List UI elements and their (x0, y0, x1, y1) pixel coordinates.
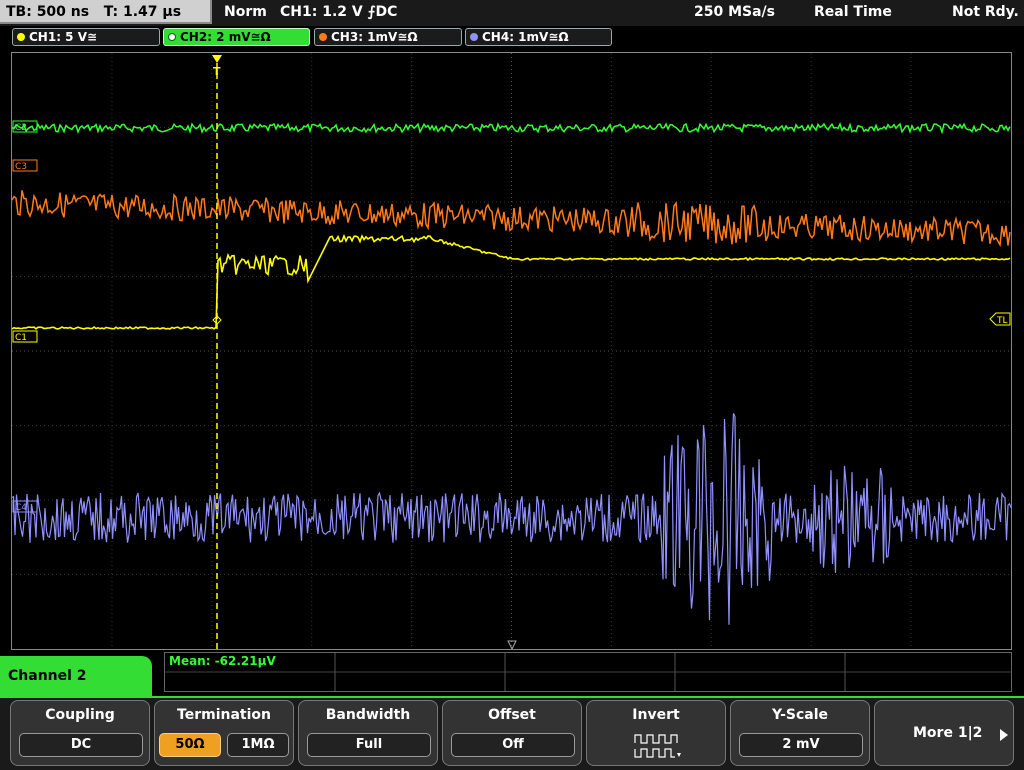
trigger-source[interactable]: CH1: 1.2 V ⨍DC (280, 0, 397, 24)
ch2-label: CH2: 2 mV≅Ω (180, 30, 271, 44)
next-page-icon (1000, 729, 1008, 741)
bandwidth-button[interactable]: Bandwidth Full (298, 700, 438, 766)
ch3-marker[interactable]: C3 (12, 159, 38, 172)
bandwidth-value[interactable]: Full (307, 733, 431, 757)
yscale-value[interactable]: 2 mV (739, 733, 863, 757)
bandwidth-title: Bandwidth (325, 707, 411, 723)
coupling-title: Coupling (45, 707, 115, 723)
tab-ch1[interactable]: CH1: 5 V≅ (12, 28, 160, 46)
invert-icon (634, 734, 681, 758)
acquisition-state: Not Rdy. (952, 4, 1019, 20)
svg-text:C1: C1 (15, 333, 27, 343)
ch2-marker[interactable]: C2 (12, 120, 38, 133)
status-bar: TB: 500 ns T: 1.47 µs Norm CH1: 1.2 V ⨍D… (0, 0, 1024, 26)
channel-menu-title: Channel 2 (8, 668, 87, 684)
softkey-bar: Coupling DC Termination 50Ω 1MΩ Bandwidt… (0, 696, 1024, 770)
trigger-level-marker[interactable]: TL (989, 312, 1011, 326)
more-button[interactable]: More 1|2 (874, 700, 1014, 766)
trigger-position: T: 1.47 µs (103, 4, 182, 20)
svg-text:C3: C3 (15, 162, 27, 172)
ch3-label: CH3: 1mV≅Ω (331, 30, 418, 44)
yscale-button[interactable]: Y-Scale 2 mV (730, 700, 870, 766)
invert-button[interactable]: Invert (586, 700, 726, 766)
ch1-label: CH1: 5 V≅ (29, 30, 98, 44)
ch1-dot-icon (17, 33, 25, 41)
tab-ch2[interactable]: CH2: 2 mV≅Ω (163, 28, 310, 46)
invert-title: Invert (632, 707, 680, 723)
termination-50ohm[interactable]: 50Ω (159, 733, 221, 757)
timebase-value: TB: 500 ns (6, 4, 90, 20)
offset-title: Offset (488, 707, 536, 723)
svg-text:C2: C2 (15, 123, 27, 133)
yscale-title: Y-Scale (771, 707, 828, 723)
channel-menu-label: Channel 2 (0, 656, 152, 700)
termination-title: Termination (177, 707, 271, 723)
tab-ch3[interactable]: CH3: 1mV≅Ω (314, 28, 462, 46)
timebase-box[interactable]: TB: 500 ns T: 1.47 µs (0, 0, 212, 24)
svg-text:C4: C4 (15, 503, 27, 513)
ch2-dot-icon (168, 33, 176, 41)
tab-ch4[interactable]: CH4: 1mV≅Ω (465, 28, 612, 46)
ch1-marker[interactable]: C1 (12, 330, 38, 343)
waveform-display[interactable]: T C2 C3 C1 C4 TL (11, 52, 1012, 650)
trigger-mode[interactable]: Norm (224, 0, 267, 24)
ch4-marker[interactable]: C4 (12, 500, 38, 513)
ch4-dot-icon (470, 33, 478, 41)
sample-rate: 250 MSa/s (694, 4, 776, 20)
svg-text:T: T (213, 65, 221, 78)
termination-1mohm[interactable]: 1MΩ (227, 733, 289, 757)
acquisition-mode: Real Time (814, 4, 892, 20)
measurement-panel: Mean: -62.21µV (164, 652, 1012, 692)
offset-value[interactable]: Off (451, 733, 575, 757)
termination-button[interactable]: Termination 50Ω 1MΩ (154, 700, 294, 766)
svg-text:TL: TL (996, 316, 1008, 326)
channel-bar: CH1: 5 V≅ CH2: 2 mV≅Ω CH3: 1mV≅Ω CH4: 1m… (0, 26, 1024, 48)
ch3-dot-icon (319, 33, 327, 41)
mean-measurement: Mean: -62.21µV (169, 654, 276, 668)
trigger-marker-icon[interactable]: T (212, 55, 222, 78)
ch4-label: CH4: 1mV≅Ω (482, 30, 569, 44)
coupling-value[interactable]: DC (19, 733, 143, 757)
coupling-button[interactable]: Coupling DC (10, 700, 150, 766)
graticule (12, 53, 1011, 649)
more-label: More 1|2 (913, 725, 983, 741)
offset-button[interactable]: Offset Off (442, 700, 582, 766)
